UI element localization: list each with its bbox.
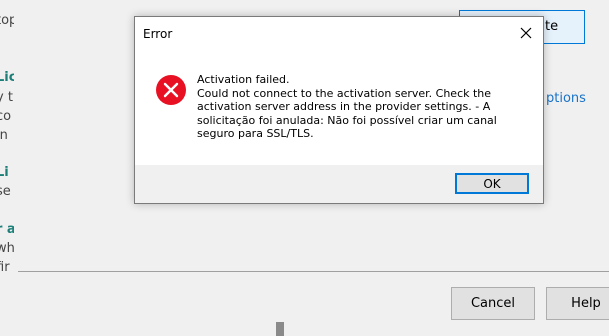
background-text-fragment: in xyxy=(0,128,8,143)
error-message: Activation failed. Could not connect to … xyxy=(197,73,527,141)
background-heading-fragment: Lic xyxy=(0,70,14,85)
dialog-body: Activation failed. Could not connect to … xyxy=(135,49,543,165)
error-icon xyxy=(156,75,186,105)
dialog-titlebar[interactable]: Error xyxy=(135,17,543,49)
dialog-title: Error xyxy=(143,27,173,41)
help-button[interactable]: Help xyxy=(546,287,609,320)
close-icon xyxy=(520,27,532,39)
close-button[interactable] xyxy=(513,21,539,45)
background-text-fragment: top xyxy=(0,13,14,28)
error-dialog: Error Activation failed. Could not conne… xyxy=(134,16,544,204)
error-message-headline: Activation failed. xyxy=(197,73,290,86)
background-text-fragment: se xyxy=(0,184,11,199)
background-heading-fragment: Li xyxy=(0,165,9,180)
error-message-detail: Could not connect to the activation serv… xyxy=(197,86,497,141)
background-options-link[interactable]: ptions xyxy=(546,91,586,106)
scrollbar-thumb[interactable] xyxy=(276,322,284,336)
background-left-panel: top Lic y t co in Li se r a wh fir xyxy=(0,0,14,272)
background-divider xyxy=(18,271,609,272)
background-text-fragment: wh xyxy=(0,241,14,256)
background-text-fragment: y t xyxy=(0,90,13,105)
background-text-fragment: co xyxy=(0,109,12,124)
dialog-footer: OK xyxy=(135,165,543,203)
ok-button[interactable]: OK xyxy=(455,173,529,194)
background-activate-button-label: te xyxy=(545,19,559,34)
background-heading-fragment: r a xyxy=(0,222,14,237)
background-text-fragment: fir xyxy=(0,260,10,272)
cancel-button[interactable]: Cancel xyxy=(451,287,535,320)
